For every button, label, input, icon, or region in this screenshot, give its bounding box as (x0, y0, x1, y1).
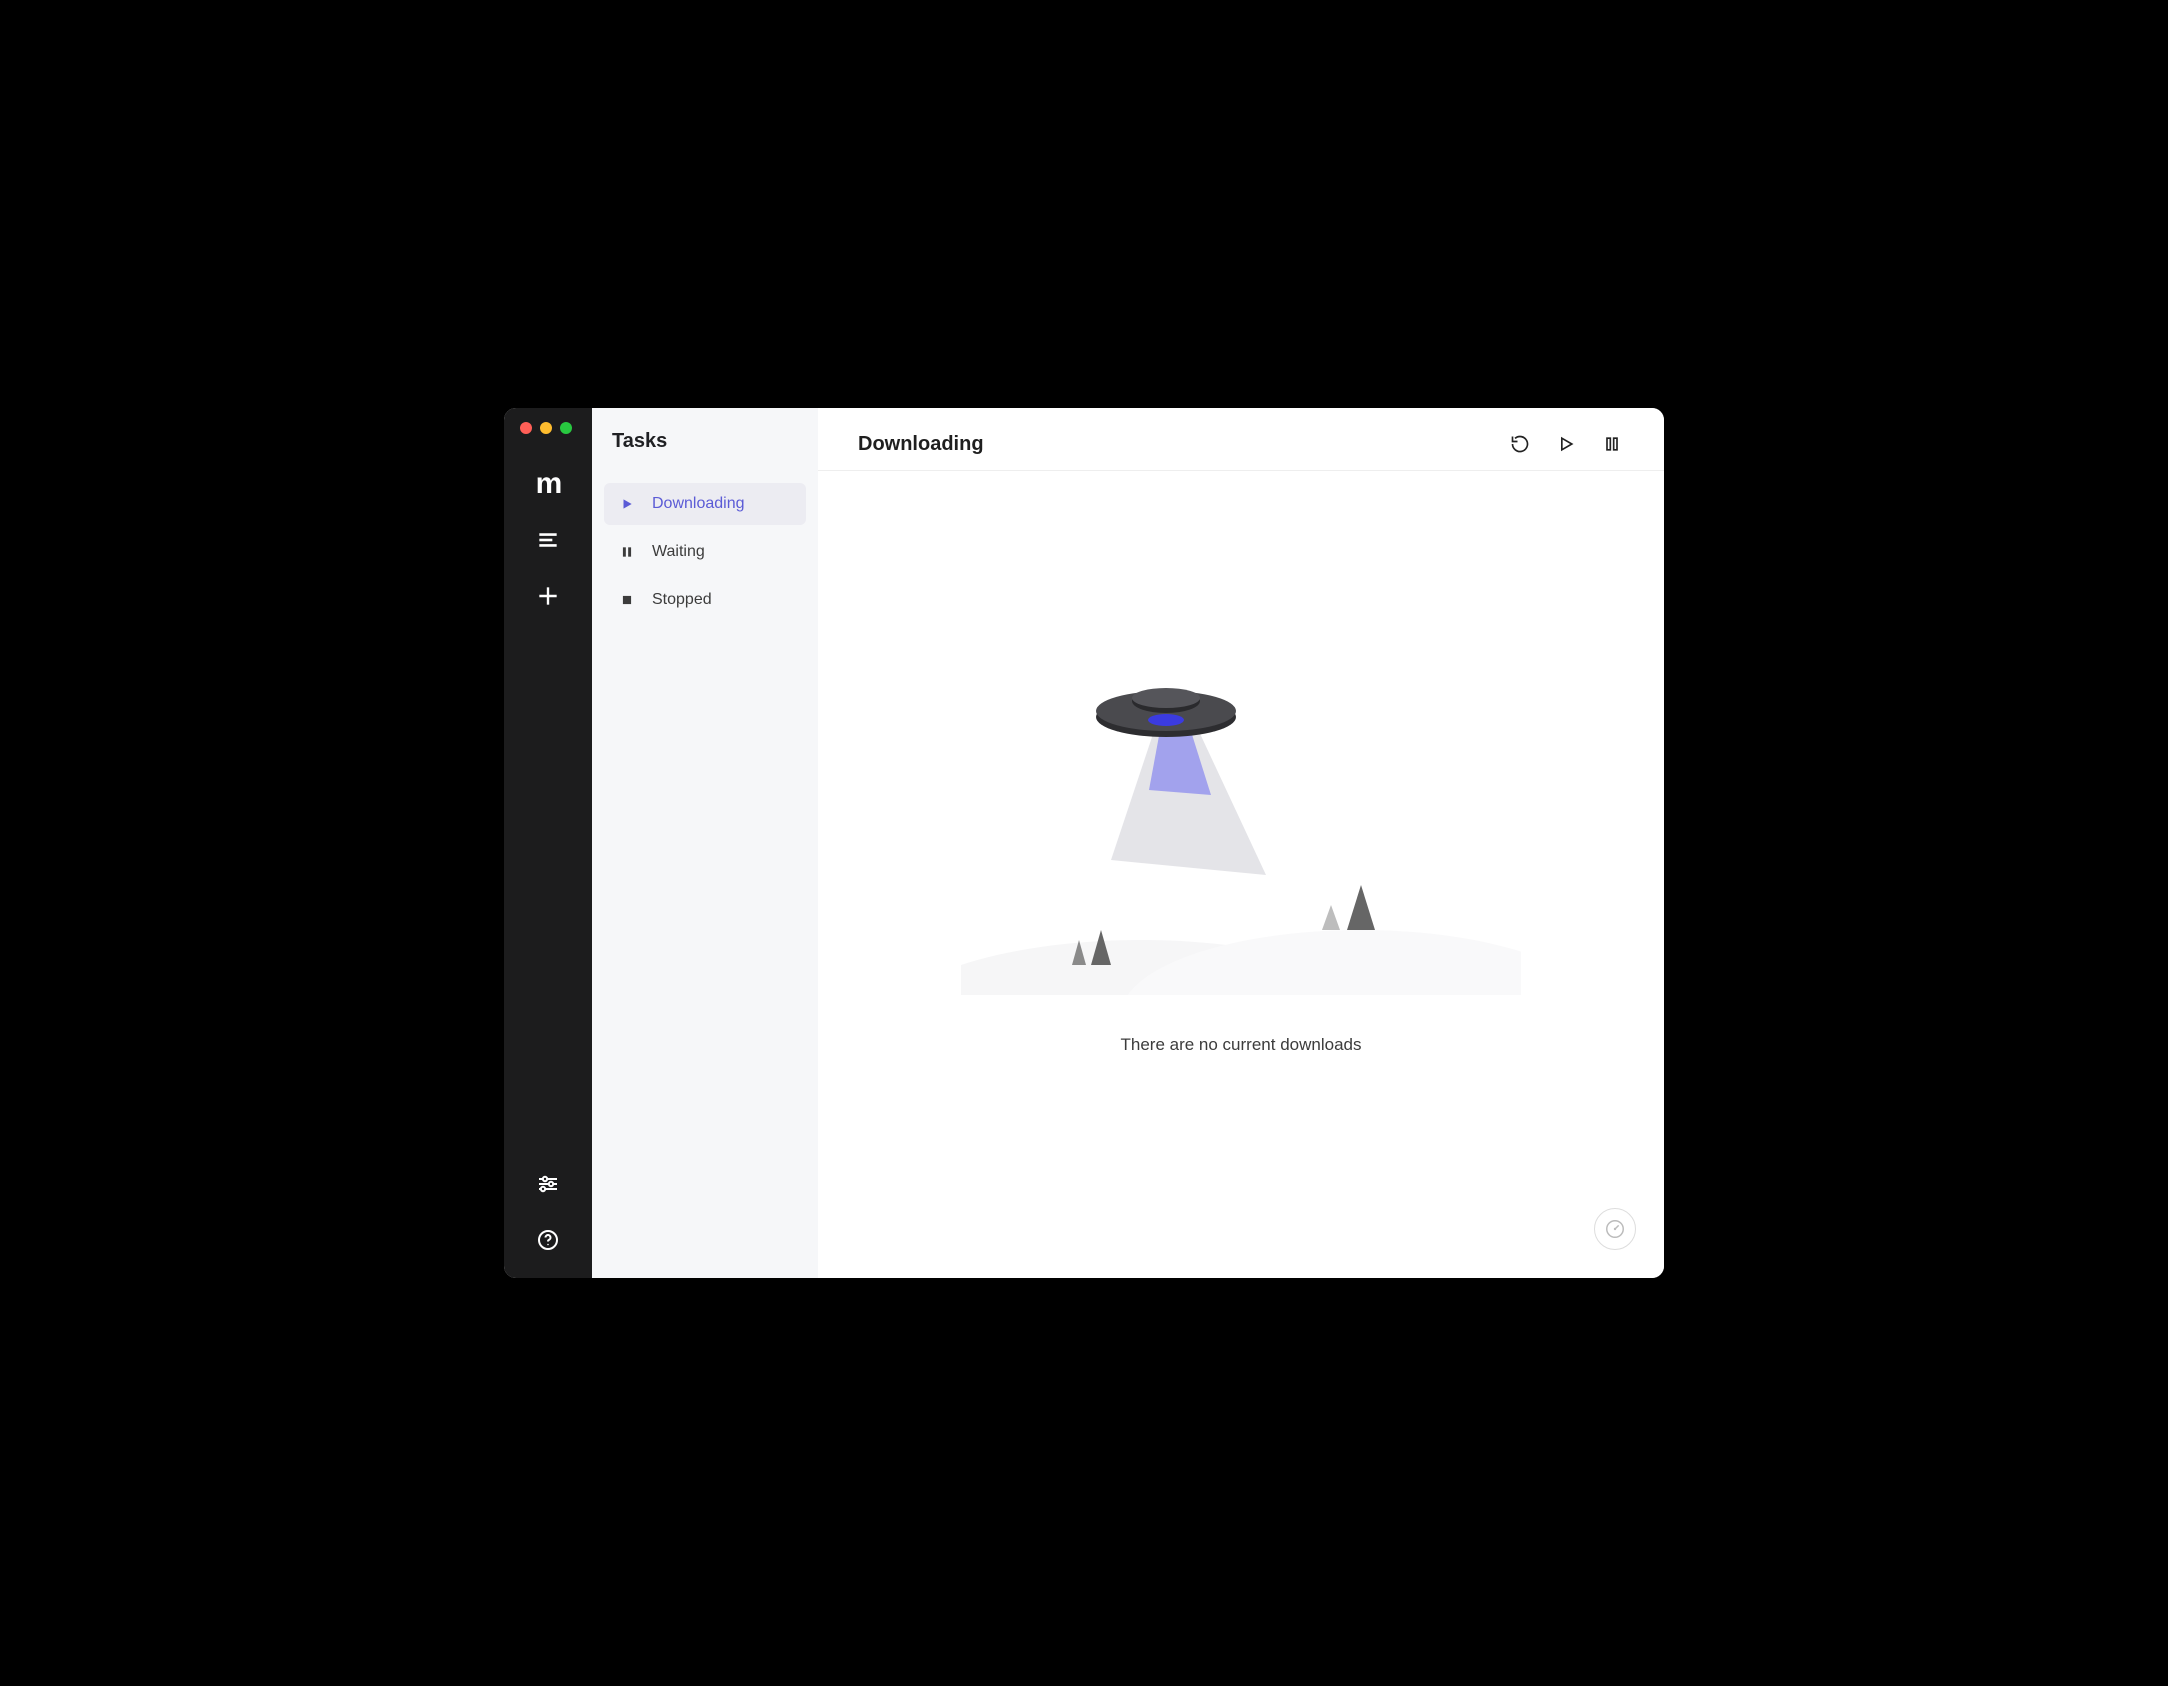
sliders-icon (536, 1172, 560, 1196)
page-title: Downloading (858, 433, 1508, 456)
rail-help[interactable] (504, 1212, 592, 1268)
window-maximize-button[interactable] (560, 422, 572, 434)
sidebar-item-stopped[interactable]: Stopped (604, 579, 806, 621)
logo-m-icon: m (536, 467, 561, 501)
help-icon (536, 1228, 560, 1252)
rail-add[interactable] (504, 568, 592, 624)
main-header: Downloading (818, 408, 1664, 471)
sidebar-item-downloading[interactable]: Downloading (604, 483, 806, 525)
window-controls (504, 422, 572, 434)
speed-indicator[interactable] (1594, 1208, 1636, 1250)
list-icon (535, 527, 561, 553)
empty-state: There are no current downloads (818, 471, 1664, 1278)
sidebar-item-label: Waiting (652, 543, 705, 561)
tasks-sidebar: Tasks Downloading Waiting Stopped (592, 408, 818, 1278)
rail-settings[interactable] (504, 1156, 592, 1212)
window-close-button[interactable] (520, 422, 532, 434)
rail-tasks[interactable] (504, 512, 592, 568)
speedometer-icon (1604, 1218, 1626, 1240)
sidebar-item-label: Stopped (652, 591, 712, 609)
app-window: m (504, 408, 1664, 1278)
refresh-button[interactable] (1508, 432, 1532, 456)
app-logo: m (504, 456, 592, 512)
sidebar-item-label: Downloading (652, 495, 745, 513)
empty-illustration (961, 635, 1521, 995)
pause-icon (618, 545, 636, 559)
refresh-icon (1510, 434, 1530, 454)
pause-all-button[interactable] (1600, 432, 1624, 456)
resume-all-button[interactable] (1554, 432, 1578, 456)
plus-icon (535, 583, 561, 609)
stop-icon (618, 593, 636, 607)
window-minimize-button[interactable] (540, 422, 552, 434)
sidebar-title: Tasks (604, 430, 806, 453)
toolbar (1508, 432, 1624, 456)
play-icon (618, 497, 636, 511)
sidebar-item-waiting[interactable]: Waiting (604, 531, 806, 573)
pause-outline-icon (1602, 434, 1622, 454)
main-pane: Downloading (818, 408, 1664, 1278)
play-outline-icon (1556, 434, 1576, 454)
nav-rail: m (504, 408, 592, 1278)
empty-message: There are no current downloads (1121, 1035, 1362, 1055)
